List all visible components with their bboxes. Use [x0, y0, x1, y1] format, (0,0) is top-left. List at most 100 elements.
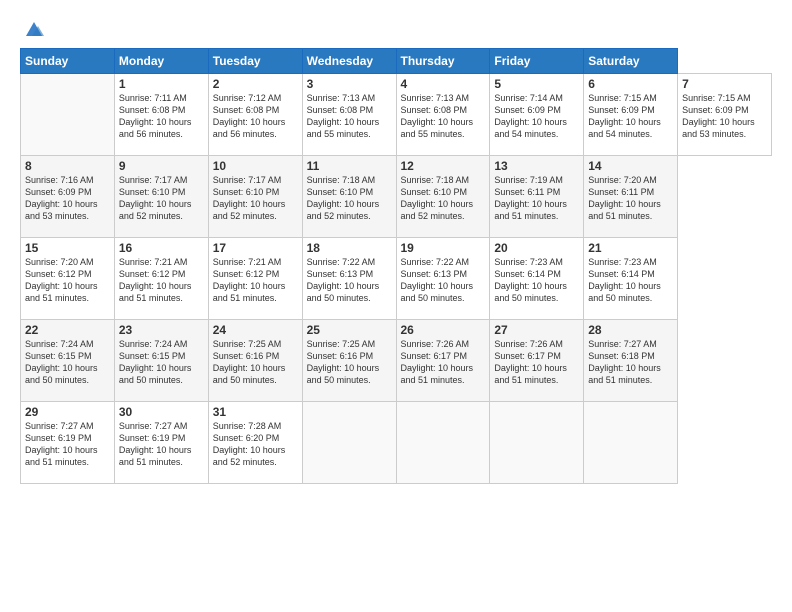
calendar-cell: 3Sunrise: 7:13 AM Sunset: 6:08 PM Daylig… [302, 74, 396, 156]
day-info: Sunrise: 7:16 AM Sunset: 6:09 PM Dayligh… [25, 174, 110, 223]
calendar-header-monday: Monday [114, 49, 208, 74]
day-number: 17 [213, 241, 298, 255]
day-number: 26 [401, 323, 486, 337]
calendar-cell: 25Sunrise: 7:25 AM Sunset: 6:16 PM Dayli… [302, 320, 396, 402]
calendar-header-row: SundayMondayTuesdayWednesdayThursdayFrid… [21, 49, 772, 74]
calendar-cell: 29Sunrise: 7:27 AM Sunset: 6:19 PM Dayli… [21, 402, 115, 484]
day-info: Sunrise: 7:11 AM Sunset: 6:08 PM Dayligh… [119, 92, 204, 141]
day-info: Sunrise: 7:22 AM Sunset: 6:13 PM Dayligh… [401, 256, 486, 305]
day-info: Sunrise: 7:28 AM Sunset: 6:20 PM Dayligh… [213, 420, 298, 469]
day-number: 25 [307, 323, 392, 337]
page: SundayMondayTuesdayWednesdayThursdayFrid… [0, 0, 792, 612]
calendar-cell: 12Sunrise: 7:18 AM Sunset: 6:10 PM Dayli… [396, 156, 490, 238]
calendar-header-friday: Friday [490, 49, 584, 74]
day-number: 16 [119, 241, 204, 255]
day-info: Sunrise: 7:23 AM Sunset: 6:14 PM Dayligh… [588, 256, 673, 305]
day-number: 30 [119, 405, 204, 419]
day-info: Sunrise: 7:18 AM Sunset: 6:10 PM Dayligh… [307, 174, 392, 223]
day-number: 1 [119, 77, 204, 91]
day-number: 4 [401, 77, 486, 91]
calendar-cell: 28Sunrise: 7:27 AM Sunset: 6:18 PM Dayli… [584, 320, 678, 402]
calendar-cell: 19Sunrise: 7:22 AM Sunset: 6:13 PM Dayli… [396, 238, 490, 320]
calendar-cell: 15Sunrise: 7:20 AM Sunset: 6:12 PM Dayli… [21, 238, 115, 320]
day-info: Sunrise: 7:15 AM Sunset: 6:09 PM Dayligh… [682, 92, 767, 141]
calendar-header-thursday: Thursday [396, 49, 490, 74]
calendar-cell: 9Sunrise: 7:17 AM Sunset: 6:10 PM Daylig… [114, 156, 208, 238]
calendar-cell: 23Sunrise: 7:24 AM Sunset: 6:15 PM Dayli… [114, 320, 208, 402]
calendar-cell: 2Sunrise: 7:12 AM Sunset: 6:08 PM Daylig… [208, 74, 302, 156]
day-info: Sunrise: 7:13 AM Sunset: 6:08 PM Dayligh… [307, 92, 392, 141]
day-info: Sunrise: 7:27 AM Sunset: 6:19 PM Dayligh… [119, 420, 204, 469]
day-info: Sunrise: 7:21 AM Sunset: 6:12 PM Dayligh… [119, 256, 204, 305]
day-number: 23 [119, 323, 204, 337]
day-info: Sunrise: 7:25 AM Sunset: 6:16 PM Dayligh… [307, 338, 392, 387]
calendar-cell: 26Sunrise: 7:26 AM Sunset: 6:17 PM Dayli… [396, 320, 490, 402]
calendar-cell: 31Sunrise: 7:28 AM Sunset: 6:20 PM Dayli… [208, 402, 302, 484]
calendar-cell: 13Sunrise: 7:19 AM Sunset: 6:11 PM Dayli… [490, 156, 584, 238]
day-info: Sunrise: 7:19 AM Sunset: 6:11 PM Dayligh… [494, 174, 579, 223]
day-number: 7 [682, 77, 767, 91]
day-number: 9 [119, 159, 204, 173]
day-number: 21 [588, 241, 673, 255]
calendar: SundayMondayTuesdayWednesdayThursdayFrid… [20, 48, 772, 484]
calendar-cell: 10Sunrise: 7:17 AM Sunset: 6:10 PM Dayli… [208, 156, 302, 238]
calendar-header-sunday: Sunday [21, 49, 115, 74]
day-number: 14 [588, 159, 673, 173]
day-number: 6 [588, 77, 673, 91]
calendar-week-row: 1Sunrise: 7:11 AM Sunset: 6:08 PM Daylig… [21, 74, 772, 156]
day-number: 19 [401, 241, 486, 255]
day-number: 5 [494, 77, 579, 91]
day-info: Sunrise: 7:14 AM Sunset: 6:09 PM Dayligh… [494, 92, 579, 141]
day-number: 15 [25, 241, 110, 255]
calendar-cell: 21Sunrise: 7:23 AM Sunset: 6:14 PM Dayli… [584, 238, 678, 320]
calendar-header-saturday: Saturday [584, 49, 678, 74]
day-number: 29 [25, 405, 110, 419]
day-info: Sunrise: 7:20 AM Sunset: 6:11 PM Dayligh… [588, 174, 673, 223]
day-info: Sunrise: 7:23 AM Sunset: 6:14 PM Dayligh… [494, 256, 579, 305]
calendar-cell [490, 402, 584, 484]
header [20, 18, 772, 40]
logo-icon [22, 18, 44, 40]
calendar-cell: 1Sunrise: 7:11 AM Sunset: 6:08 PM Daylig… [114, 74, 208, 156]
calendar-cell: 18Sunrise: 7:22 AM Sunset: 6:13 PM Dayli… [302, 238, 396, 320]
day-number: 20 [494, 241, 579, 255]
day-info: Sunrise: 7:24 AM Sunset: 6:15 PM Dayligh… [119, 338, 204, 387]
day-number: 31 [213, 405, 298, 419]
calendar-week-row: 15Sunrise: 7:20 AM Sunset: 6:12 PM Dayli… [21, 238, 772, 320]
day-info: Sunrise: 7:22 AM Sunset: 6:13 PM Dayligh… [307, 256, 392, 305]
calendar-week-row: 29Sunrise: 7:27 AM Sunset: 6:19 PM Dayli… [21, 402, 772, 484]
day-number: 12 [401, 159, 486, 173]
day-number: 2 [213, 77, 298, 91]
day-number: 28 [588, 323, 673, 337]
calendar-cell [396, 402, 490, 484]
calendar-header-tuesday: Tuesday [208, 49, 302, 74]
day-info: Sunrise: 7:18 AM Sunset: 6:10 PM Dayligh… [401, 174, 486, 223]
calendar-cell: 11Sunrise: 7:18 AM Sunset: 6:10 PM Dayli… [302, 156, 396, 238]
calendar-week-row: 8Sunrise: 7:16 AM Sunset: 6:09 PM Daylig… [21, 156, 772, 238]
calendar-week-row: 22Sunrise: 7:24 AM Sunset: 6:15 PM Dayli… [21, 320, 772, 402]
day-info: Sunrise: 7:24 AM Sunset: 6:15 PM Dayligh… [25, 338, 110, 387]
calendar-cell: 6Sunrise: 7:15 AM Sunset: 6:09 PM Daylig… [584, 74, 678, 156]
day-number: 13 [494, 159, 579, 173]
day-number: 8 [25, 159, 110, 173]
day-info: Sunrise: 7:15 AM Sunset: 6:09 PM Dayligh… [588, 92, 673, 141]
calendar-cell: 4Sunrise: 7:13 AM Sunset: 6:08 PM Daylig… [396, 74, 490, 156]
day-info: Sunrise: 7:27 AM Sunset: 6:19 PM Dayligh… [25, 420, 110, 469]
calendar-cell: 22Sunrise: 7:24 AM Sunset: 6:15 PM Dayli… [21, 320, 115, 402]
day-info: Sunrise: 7:17 AM Sunset: 6:10 PM Dayligh… [213, 174, 298, 223]
calendar-header-wednesday: Wednesday [302, 49, 396, 74]
logo [20, 18, 44, 40]
day-info: Sunrise: 7:17 AM Sunset: 6:10 PM Dayligh… [119, 174, 204, 223]
day-info: Sunrise: 7:27 AM Sunset: 6:18 PM Dayligh… [588, 338, 673, 387]
calendar-cell: 5Sunrise: 7:14 AM Sunset: 6:09 PM Daylig… [490, 74, 584, 156]
calendar-cell [302, 402, 396, 484]
day-info: Sunrise: 7:26 AM Sunset: 6:17 PM Dayligh… [401, 338, 486, 387]
day-number: 11 [307, 159, 392, 173]
day-info: Sunrise: 7:12 AM Sunset: 6:08 PM Dayligh… [213, 92, 298, 141]
calendar-cell: 14Sunrise: 7:20 AM Sunset: 6:11 PM Dayli… [584, 156, 678, 238]
calendar-cell: 8Sunrise: 7:16 AM Sunset: 6:09 PM Daylig… [21, 156, 115, 238]
calendar-cell: 16Sunrise: 7:21 AM Sunset: 6:12 PM Dayli… [114, 238, 208, 320]
day-number: 3 [307, 77, 392, 91]
calendar-cell: 27Sunrise: 7:26 AM Sunset: 6:17 PM Dayli… [490, 320, 584, 402]
calendar-cell [584, 402, 678, 484]
